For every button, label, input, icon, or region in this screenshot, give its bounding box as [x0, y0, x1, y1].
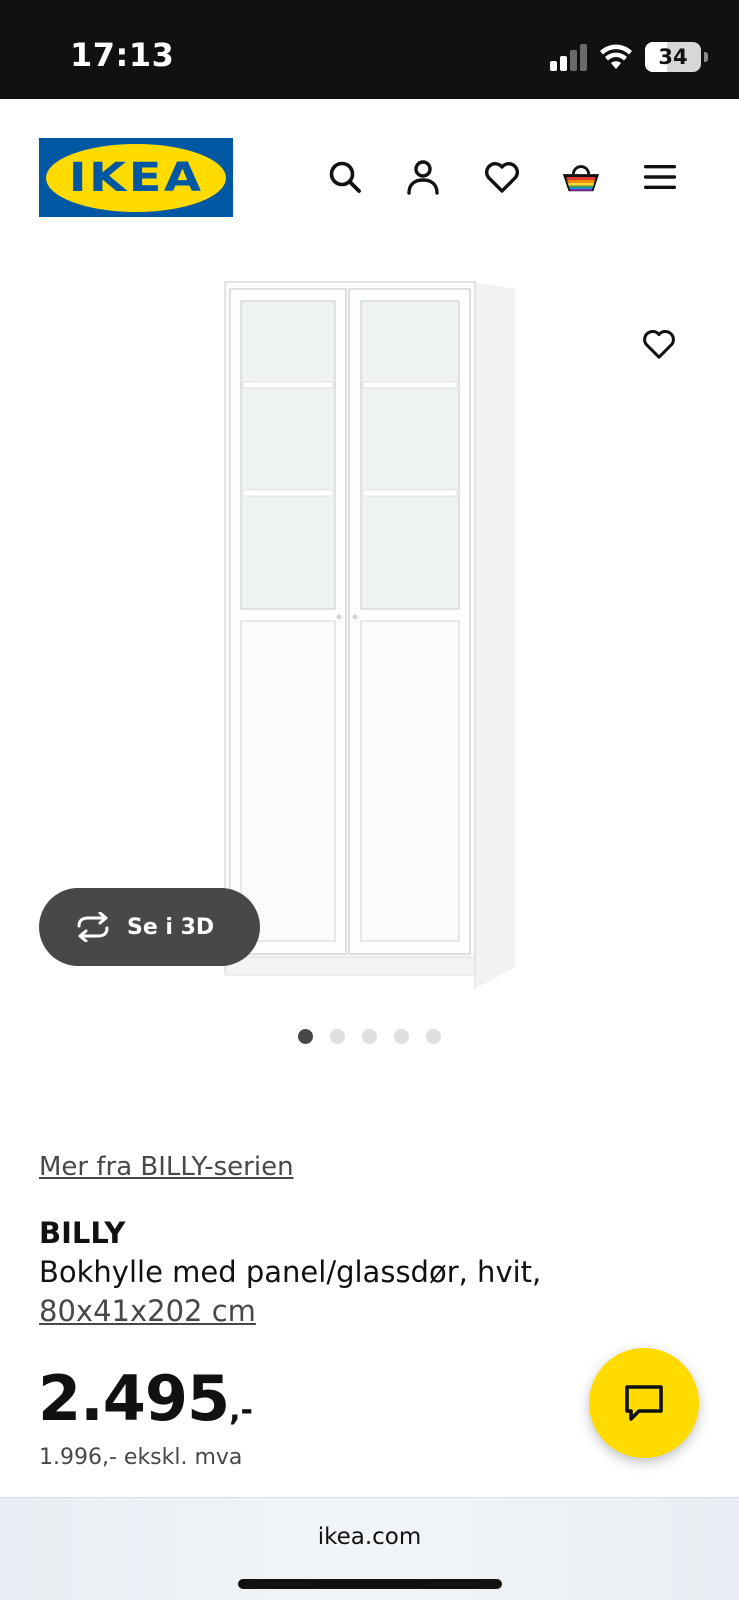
gallery-dot[interactable]	[330, 1029, 345, 1044]
status-icons: 34	[550, 40, 708, 74]
battery-level: 34	[658, 45, 688, 69]
signal-icon	[550, 43, 587, 71]
menu-icon[interactable]	[640, 157, 680, 197]
heart-icon[interactable]	[482, 157, 522, 197]
favorite-product-button[interactable]	[633, 318, 685, 370]
product-gallery[interactable]: Se i 3D	[0, 259, 739, 1044]
logo-text: IKEA	[68, 154, 204, 201]
chat-button[interactable]	[589, 1348, 699, 1458]
series-link[interactable]: Mer fra BILLY-serien	[39, 1152, 294, 1182]
product-name: BILLY	[39, 1216, 126, 1250]
ikea-logo[interactable]: IKEA	[39, 138, 233, 217]
site-header: IKEA	[0, 99, 739, 259]
rotate-3d-icon	[77, 912, 109, 942]
view-in-3d-button[interactable]: Se i 3D	[39, 888, 260, 966]
product-price: 2.495,-	[38, 1362, 253, 1435]
browser-address-bar[interactable]: ikea.com	[0, 1497, 739, 1600]
price-main: 2.495	[38, 1362, 230, 1435]
heart-icon	[643, 329, 675, 359]
product-image	[215, 277, 525, 1001]
chat-icon	[625, 1385, 663, 1421]
status-time: 17:13	[70, 36, 175, 74]
gallery-dot[interactable]	[362, 1029, 377, 1044]
price-suffix: ,-	[229, 1393, 253, 1428]
basket-icon[interactable]	[561, 157, 601, 197]
search-icon[interactable]	[325, 157, 365, 197]
home-indicator[interactable]	[238, 1579, 502, 1589]
product-size-link[interactable]: 80x41x202 cm	[39, 1294, 256, 1328]
wifi-icon	[600, 44, 632, 69]
profile-icon[interactable]	[403, 157, 443, 197]
price-excl-vat: 1.996,- ekskl. mva	[39, 1445, 243, 1470]
status-bar: 17:13 34	[0, 0, 739, 99]
gallery-dot[interactable]	[426, 1029, 441, 1044]
gallery-dot[interactable]	[298, 1029, 313, 1044]
product-description: Bokhylle med panel/glassdør, hvit,	[39, 1255, 542, 1289]
browser-url[interactable]: ikea.com	[0, 1524, 739, 1550]
gallery-pagination	[0, 1029, 739, 1044]
battery-icon: 34	[645, 42, 708, 72]
view-in-3d-label: Se i 3D	[127, 914, 215, 940]
gallery-dot[interactable]	[394, 1029, 409, 1044]
